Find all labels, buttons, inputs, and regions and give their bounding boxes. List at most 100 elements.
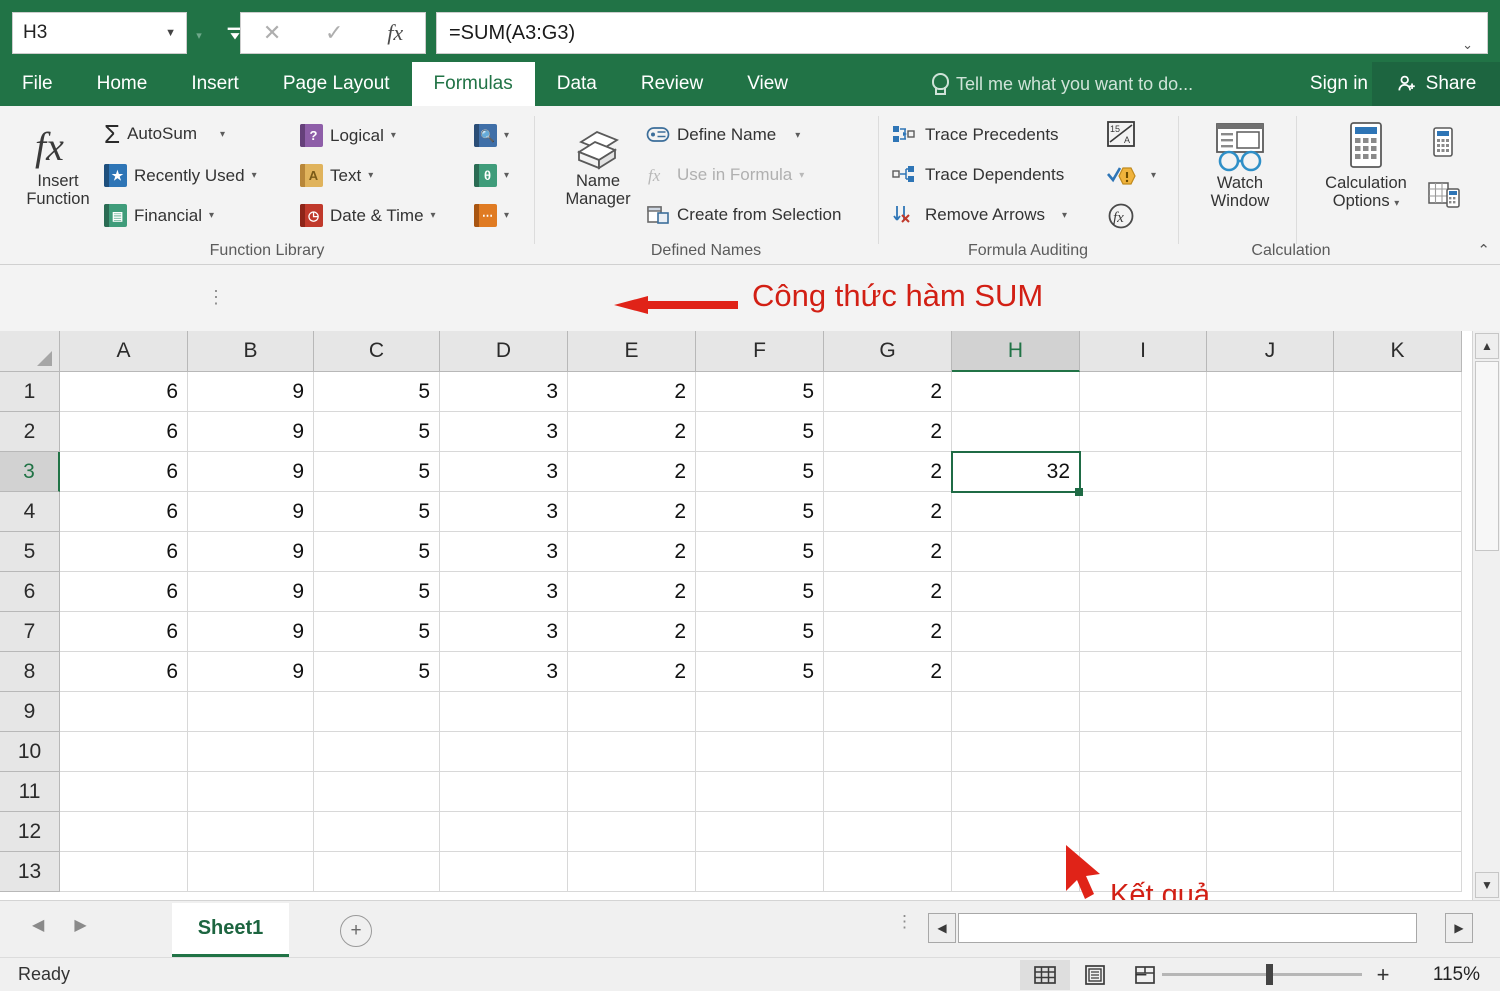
trace-precedents-button[interactable]: Trace Precedents <box>892 124 1059 146</box>
cell-G2[interactable]: 2 <box>824 412 952 452</box>
logical-dropdown-icon[interactable]: ▾ <box>391 130 396 141</box>
trace-dependents-button[interactable]: Trace Dependents <box>892 164 1064 186</box>
cell-D9[interactable] <box>440 692 568 732</box>
cell-K12[interactable] <box>1334 812 1462 852</box>
cell-B6[interactable]: 9 <box>188 572 314 612</box>
cell-F10[interactable] <box>696 732 824 772</box>
more-functions-button[interactable]: ⋯ ▾ <box>474 204 509 227</box>
lookup-reference-dropdown-icon[interactable]: ▾ <box>504 130 509 141</box>
cell-B12[interactable] <box>188 812 314 852</box>
cell-D4[interactable]: 3 <box>440 492 568 532</box>
cell-B11[interactable] <box>188 772 314 812</box>
column-header-A[interactable]: A <box>60 331 188 372</box>
cell-A7[interactable]: 6 <box>60 612 188 652</box>
cell-H2[interactable] <box>952 412 1080 452</box>
row-header-9[interactable]: 9 <box>0 692 60 732</box>
sign-in-button[interactable]: Sign in <box>1310 62 1368 106</box>
tab-insert[interactable]: Insert <box>169 62 261 106</box>
date-time-dropdown-icon[interactable]: ▾ <box>431 210 436 221</box>
next-sheet-icon[interactable]: ▶ <box>74 915 86 935</box>
cell-I4[interactable] <box>1080 492 1207 532</box>
column-header-F[interactable]: F <box>696 331 824 372</box>
cell-B13[interactable] <box>188 852 314 892</box>
row-header-7[interactable]: 7 <box>0 612 60 652</box>
row-header-2[interactable]: 2 <box>0 412 60 452</box>
calculation-options-button[interactable]: Calculation Options ▾ <box>1306 120 1426 211</box>
name-manager-button[interactable]: Name Manager <box>550 120 646 209</box>
name-box[interactable]: H3 ▼ <box>12 12 187 54</box>
cell-G6[interactable]: 2 <box>824 572 952 612</box>
remove-arrows-dropdown-icon[interactable]: ▾ <box>1062 210 1067 221</box>
tab-formulas[interactable]: Formulas <box>411 62 535 106</box>
horizontal-scrollbar[interactable]: ◀ ▶ <box>928 913 1473 943</box>
zoom-out-button[interactable]: − <box>1124 962 1158 988</box>
cell-H6[interactable] <box>952 572 1080 612</box>
cell-E11[interactable] <box>568 772 696 812</box>
cell-F13[interactable] <box>696 852 824 892</box>
evaluate-formula-button[interactable]: fx <box>1106 202 1136 230</box>
cell-F9[interactable] <box>696 692 824 732</box>
cell-G1[interactable]: 2 <box>824 372 952 412</box>
math-trig-dropdown-icon[interactable]: ▾ <box>504 170 509 181</box>
cell-A3[interactable]: 6 <box>60 452 188 492</box>
cell-A12[interactable] <box>60 812 188 852</box>
row-header-3[interactable]: 3 <box>0 452 60 492</box>
cell-D8[interactable]: 3 <box>440 652 568 692</box>
horizontal-scroll-track[interactable] <box>958 913 1417 943</box>
cell-G13[interactable] <box>824 852 952 892</box>
cell-G9[interactable] <box>824 692 952 732</box>
define-name-button[interactable]: Define Name ▾ <box>646 124 800 146</box>
cell-E3[interactable]: 2 <box>568 452 696 492</box>
normal-view-icon[interactable] <box>1020 959 1070 990</box>
cell-F1[interactable]: 5 <box>696 372 824 412</box>
cell-E7[interactable]: 2 <box>568 612 696 652</box>
cell-H5[interactable] <box>952 532 1080 572</box>
row-header-13[interactable]: 13 <box>0 852 60 892</box>
cell-H9[interactable] <box>952 692 1080 732</box>
scroll-up-icon[interactable]: ▲ <box>1475 333 1499 359</box>
cell-H11[interactable] <box>952 772 1080 812</box>
row-header-5[interactable]: 5 <box>0 532 60 572</box>
cell-I7[interactable] <box>1080 612 1207 652</box>
error-checking-dropdown-icon[interactable]: ▾ <box>1151 170 1156 181</box>
create-from-selection-button[interactable]: Create from Selection <box>646 204 841 226</box>
cell-C5[interactable]: 5 <box>314 532 440 572</box>
cell-F6[interactable]: 5 <box>696 572 824 612</box>
define-name-dropdown-icon[interactable]: ▾ <box>795 130 800 141</box>
cell-E12[interactable] <box>568 812 696 852</box>
cell-E13[interactable] <box>568 852 696 892</box>
calculate-now-button[interactable] <box>1430 126 1456 160</box>
calculate-sheet-button[interactable] <box>1428 180 1462 210</box>
zoom-slider[interactable] <box>1162 964 1362 985</box>
cell-G4[interactable]: 2 <box>824 492 952 532</box>
cell-D2[interactable]: 3 <box>440 412 568 452</box>
autosum-dropdown-icon[interactable]: ▾ <box>220 129 225 140</box>
cell-G7[interactable]: 2 <box>824 612 952 652</box>
more-functions-dropdown-icon[interactable]: ▾ <box>504 210 509 221</box>
cell-G11[interactable] <box>824 772 952 812</box>
cell-C4[interactable]: 5 <box>314 492 440 532</box>
row-header-8[interactable]: 8 <box>0 652 60 692</box>
cell-K3[interactable] <box>1334 452 1462 492</box>
cell-F8[interactable]: 5 <box>696 652 824 692</box>
cell-H7[interactable] <box>952 612 1080 652</box>
cell-I9[interactable] <box>1080 692 1207 732</box>
column-header-J[interactable]: J <box>1207 331 1334 372</box>
confirm-icon[interactable]: ✓ <box>325 20 343 46</box>
cell-A1[interactable]: 6 <box>60 372 188 412</box>
zoom-in-button[interactable]: + <box>1366 962 1400 988</box>
tab-review[interactable]: Review <box>619 62 725 106</box>
cell-H3[interactable]: 32 <box>952 452 1080 492</box>
cell-D5[interactable]: 3 <box>440 532 568 572</box>
recently-used-dropdown-icon[interactable]: ▾ <box>252 170 257 181</box>
tell-me-search[interactable]: Tell me what you want to do... <box>930 62 1193 106</box>
cell-C2[interactable]: 5 <box>314 412 440 452</box>
date-time-button[interactable]: ◷ Date & Time ▾ <box>300 204 436 227</box>
column-header-C[interactable]: C <box>314 331 440 372</box>
cell-C10[interactable] <box>314 732 440 772</box>
math-trig-button[interactable]: θ ▾ <box>474 164 509 187</box>
cell-K13[interactable] <box>1334 852 1462 892</box>
cell-E10[interactable] <box>568 732 696 772</box>
autosum-button[interactable]: Σ AutoSum ▾ <box>104 121 225 147</box>
scroll-down-icon[interactable]: ▼ <box>1475 872 1499 898</box>
